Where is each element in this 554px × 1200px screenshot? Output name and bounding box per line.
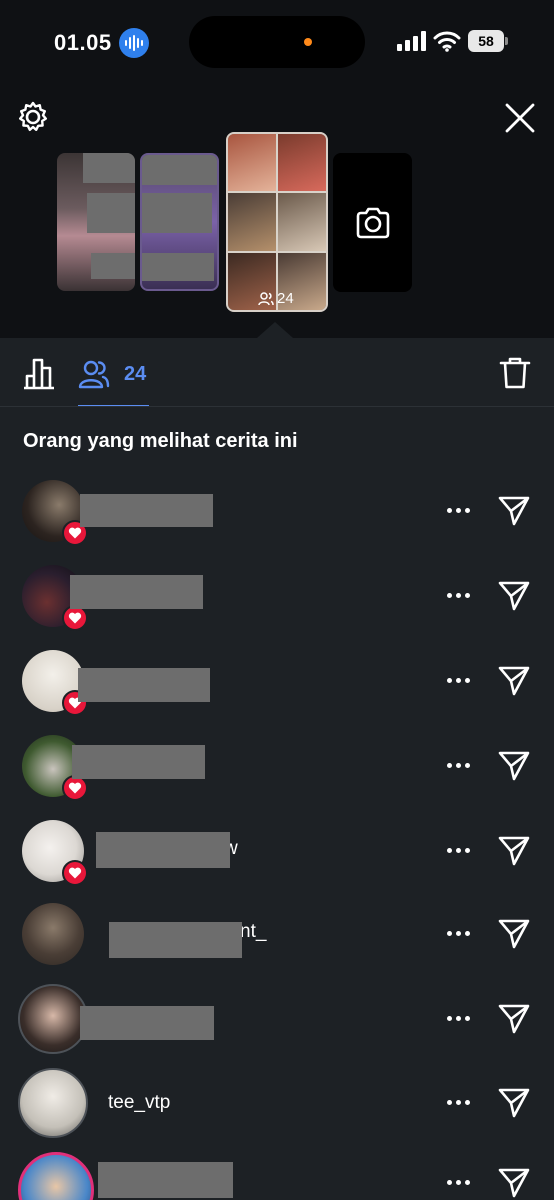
camera-icon [356,207,389,238]
viewer-row[interactable] [0,650,554,734]
send-message-icon[interactable] [497,1086,531,1120]
send-message-icon[interactable] [497,917,531,951]
insights-chart-icon[interactable] [22,356,56,390]
more-options-icon[interactable] [443,1170,473,1194]
avatar[interactable] [18,1068,88,1138]
redaction [87,193,135,233]
more-options-icon[interactable] [443,498,473,522]
send-message-icon[interactable] [497,749,531,783]
viewer-row[interactable]: nt_ [0,903,554,987]
wifi-icon [433,31,461,52]
redaction [142,193,212,233]
redaction [96,832,230,868]
send-message-icon[interactable] [497,494,531,528]
redaction [72,745,205,779]
close-icon[interactable] [503,101,537,135]
more-options-icon[interactable] [443,838,473,862]
send-message-icon[interactable] [497,1166,531,1200]
more-options-icon[interactable] [443,1090,473,1114]
viewer-username[interactable]: nt_ [240,921,266,943]
viewer-username[interactable]: tee_vtp [108,1092,170,1114]
heart-icon [62,860,88,886]
avatar[interactable] [18,984,88,1054]
cellular-signal-icon [397,31,426,51]
viewers-icon [258,291,274,305]
send-message-icon[interactable] [497,1002,531,1036]
redaction [91,253,135,279]
redaction [98,1162,233,1198]
viewer-row[interactable] [0,480,554,564]
status-time: 01.05 [54,30,112,55]
tab-viewers-count: 24 [124,362,147,385]
redaction [142,155,217,185]
viewer-row[interactable] [0,984,554,1068]
story-thumbnail-current[interactable] [226,132,328,312]
story-collage-image [228,134,326,310]
selected-story-pointer [257,322,293,338]
redaction [70,575,203,609]
viewer-row[interactable]: w [0,820,554,904]
more-options-icon[interactable] [443,583,473,607]
privacy-indicator [304,38,312,46]
story-viewer-count: 24 [258,290,294,307]
redaction [83,153,135,183]
audio-wave-icon [119,28,149,58]
viewer-row[interactable] [0,565,554,649]
trash-icon[interactable] [499,356,531,390]
more-options-icon[interactable] [443,921,473,945]
battery-level: 58 [468,30,504,52]
story-viewer-count-value: 24 [277,290,294,307]
avatar[interactable] [18,1152,94,1200]
section-title: Orang yang melihat cerita ini [23,430,298,452]
story-thumbnail-2[interactable] [140,153,219,291]
viewer-row[interactable]: tee_vtp [0,1068,554,1152]
more-options-icon[interactable] [443,668,473,692]
redaction [109,922,242,958]
dynamic-island [189,16,365,68]
battery-tip [505,37,508,45]
avatar[interactable] [22,903,84,965]
send-message-icon[interactable] [497,834,531,868]
add-story-camera-button[interactable] [333,153,412,292]
story-thumbnail-1[interactable] [57,153,135,291]
send-message-icon[interactable] [497,664,531,698]
viewer-row[interactable] [0,735,554,819]
viewer-row[interactable] [0,1152,554,1200]
more-options-icon[interactable] [443,753,473,777]
settings-gear-icon[interactable] [16,100,50,134]
redaction [78,668,210,702]
tab-viewers[interactable]: 24 [78,354,146,394]
divider [0,406,554,407]
battery-indicator: 58 [468,30,508,52]
redaction [80,494,213,527]
redaction [80,1006,214,1040]
viewers-icon [78,360,110,389]
send-message-icon[interactable] [497,579,531,613]
more-options-icon[interactable] [443,1006,473,1030]
redaction [142,253,214,281]
